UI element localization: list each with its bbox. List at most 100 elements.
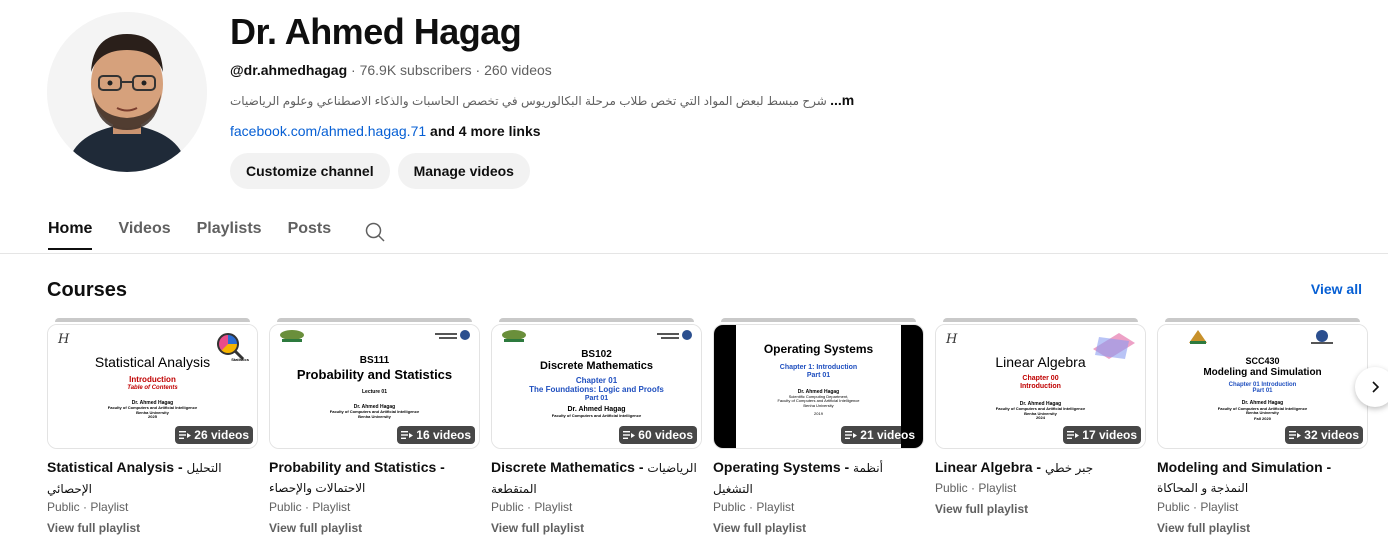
playlist-stack <box>55 318 250 322</box>
playlist-card[interactable]: BS111 Probability and Statistics Lecture… <box>269 318 480 537</box>
thumb-code: BS102 <box>581 349 612 360</box>
video-count: 21 videos <box>860 428 915 442</box>
playlist-title-en: Operating Systems - <box>713 459 854 475</box>
faculty-logo-icon <box>435 330 470 340</box>
playlist-title[interactable]: Discrete Mathematics - الرياضيات المتقطع… <box>491 457 702 497</box>
video-count: 16 videos <box>416 428 471 442</box>
playlist-card[interactable]: H Linear Algebra Chapter 00 Introduction… <box>935 318 1146 520</box>
manage-videos-button[interactable]: Manage videos <box>397 153 530 189</box>
video-count: 17 videos <box>1082 428 1137 442</box>
university-logo-icon <box>280 330 304 342</box>
video-count: 26 videos <box>194 428 249 442</box>
channel-meta: @dr.ahmedhagag · 76.9K subscribers · 260… <box>230 60 870 80</box>
playlist-stack <box>721 318 916 322</box>
playlist-card[interactable]: Operating Systems Chapter 1: Introductio… <box>713 318 924 537</box>
playlist-title[interactable]: Statistical Analysis - التحليل الإحصائي <box>47 457 258 497</box>
channel-actions: Customize channel Manage videos <box>230 153 870 189</box>
tab-home[interactable]: Home <box>48 214 93 250</box>
thumb-code: SCC430 <box>1245 356 1280 366</box>
h-logo-icon: H <box>57 332 70 345</box>
thumb-org: Faculty of Computers and Artificial Inte… <box>551 413 642 419</box>
playlist-title-en: Statistical Analysis - <box>47 459 187 475</box>
view-full-playlist-link[interactable]: View full playlist <box>935 498 1146 520</box>
search-icon[interactable] <box>363 220 387 244</box>
playlist-card[interactable]: BS102 Discrete Mathematics Chapter 01 Th… <box>491 318 702 537</box>
playlist-icon <box>179 431 192 439</box>
channel-handle: @dr.ahmedhagag <box>230 62 348 78</box>
channel-tabs: Home Videos Playlists Posts <box>48 214 387 250</box>
playlist-icon <box>1289 431 1302 439</box>
more-links[interactable]: and 4 more links <box>426 123 541 139</box>
thumb-uni: Benha University <box>1246 409 1279 415</box>
playlist-thumbnail[interactable]: SCC430 Modeling and Simulation Chapter 0… <box>1157 318 1368 449</box>
view-all-link[interactable]: View all <box>1311 281 1362 297</box>
playlist-thumbnail[interactable]: H Statistics Statistical Analysis Introd… <box>47 318 258 449</box>
playlist-visibility: Public · Playlist <box>935 481 1017 495</box>
playlist-title-en: Probability and Statistics - <box>269 459 445 475</box>
playlist-thumbnail[interactable]: H Linear Algebra Chapter 00 Introduction… <box>935 318 1146 449</box>
svg-text:H: H <box>945 332 958 345</box>
thumbnail-frame: H Linear Algebra Chapter 00 Introduction… <box>935 324 1146 449</box>
thumb-heading: Probability and Statistics <box>296 367 453 382</box>
playlist-title-en: Discrete Mathematics - <box>491 459 648 475</box>
faculty-logo-icon <box>1311 330 1333 344</box>
view-full-playlist-link[interactable]: View full playlist <box>491 517 702 537</box>
university-logo-icon <box>502 330 526 342</box>
thumb-sub: Chapter 01 Introduction <box>1228 381 1297 388</box>
university-logo-icon <box>1189 330 1207 344</box>
video-count: 60 videos <box>638 428 693 442</box>
playlist-title[interactable]: Operating Systems - أنظمة التشغيل <box>713 457 924 497</box>
customize-channel-button[interactable]: Customize channel <box>230 153 390 189</box>
tab-videos[interactable]: Videos <box>118 214 170 250</box>
view-full-playlist-link[interactable]: View full playlist <box>47 517 258 537</box>
shelf-next-button[interactable] <box>1355 367 1388 407</box>
thumbnail-frame: BS102 Discrete Mathematics Chapter 01 Th… <box>491 324 702 449</box>
playlist-thumbnail[interactable]: BS111 Probability and Statistics Lecture… <box>269 318 480 449</box>
thumb-logo-row <box>1158 325 1367 344</box>
thumb-year: 2025 <box>148 414 157 420</box>
channel-description[interactable]: شرح مبسط لبعض المواد التي تخص طلاب مرحلة… <box>230 90 854 111</box>
thumb-sub: Part 01 <box>806 371 831 379</box>
thumb-sub: Chapter 1: Introduction <box>779 364 858 372</box>
playlist-title[interactable]: Modeling and Simulation - النمذجة و المح… <box>1157 457 1368 497</box>
view-full-playlist-link[interactable]: View full playlist <box>1157 517 1368 537</box>
playlist-card[interactable]: H Statistics Statistical Analysis Introd… <box>47 318 258 537</box>
playlist-icon <box>401 431 414 439</box>
view-full-playlist-link[interactable]: View full playlist <box>269 517 480 537</box>
video-count-badge: 16 videos <box>397 426 475 444</box>
facebook-link[interactable]: facebook.com/ahmed.hagag.71 <box>230 123 426 139</box>
thumbnail-frame: BS111 Probability and Statistics Lecture… <box>269 324 480 449</box>
playlist-visibility: Public · Playlist <box>47 500 129 514</box>
playlist-thumbnail[interactable]: Operating Systems Chapter 1: Introductio… <box>713 318 924 449</box>
chevron-right-icon <box>1372 381 1380 393</box>
thumb-year: Fall 2020 <box>1254 416 1271 422</box>
thumb-year: 2019 <box>814 411 823 417</box>
playlist-visibility: Public · Playlist <box>1157 500 1239 514</box>
playlist-stack <box>277 318 472 322</box>
channel-avatar[interactable] <box>47 12 207 172</box>
view-full-playlist-link[interactable]: View full playlist <box>713 517 924 537</box>
playlist-thumbnail[interactable]: BS102 Discrete Mathematics Chapter 01 Th… <box>491 318 702 449</box>
thumb-year: 2024 <box>1036 415 1045 421</box>
faculty-logo-icon <box>657 330 692 340</box>
playlist-card[interactable]: SCC430 Modeling and Simulation Chapter 0… <box>1157 318 1368 537</box>
shelf-title: Courses <box>47 279 128 301</box>
channel-stats: · 76.9K subscribers · 260 videos <box>347 62 552 78</box>
tab-playlists[interactable]: Playlists <box>197 214 262 250</box>
playlist-stack <box>943 318 1138 322</box>
thumb-sub: Table of Contents <box>127 385 178 392</box>
playlist-title[interactable]: Linear Algebra - جبر خطي <box>935 457 1146 478</box>
thumb-logo-row <box>270 325 479 343</box>
tab-posts[interactable]: Posts <box>288 214 332 250</box>
playlist-title-ar: جبر خطي <box>1044 461 1094 475</box>
thumb-heading: Modeling and Simulation <box>1203 366 1322 378</box>
thumb-sub: Part 01 <box>584 394 609 402</box>
playlist-title-en: Modeling and Simulation - <box>1157 459 1332 475</box>
thumb-sub: Introduction <box>1020 383 1061 391</box>
channel-name: Dr. Ahmed Hagag <box>230 11 522 52</box>
thumb-sub: The Foundations: Logic and Proofs <box>529 384 664 394</box>
playlist-title[interactable]: Probability and Statistics - الاحتمالات … <box>269 457 480 497</box>
more-link[interactable]: ...more <box>830 92 854 108</box>
thumb-sub: Chapter 00 <box>1022 375 1059 383</box>
channel-links: facebook.com/ahmed.hagag.71 and 4 more l… <box>230 121 870 141</box>
